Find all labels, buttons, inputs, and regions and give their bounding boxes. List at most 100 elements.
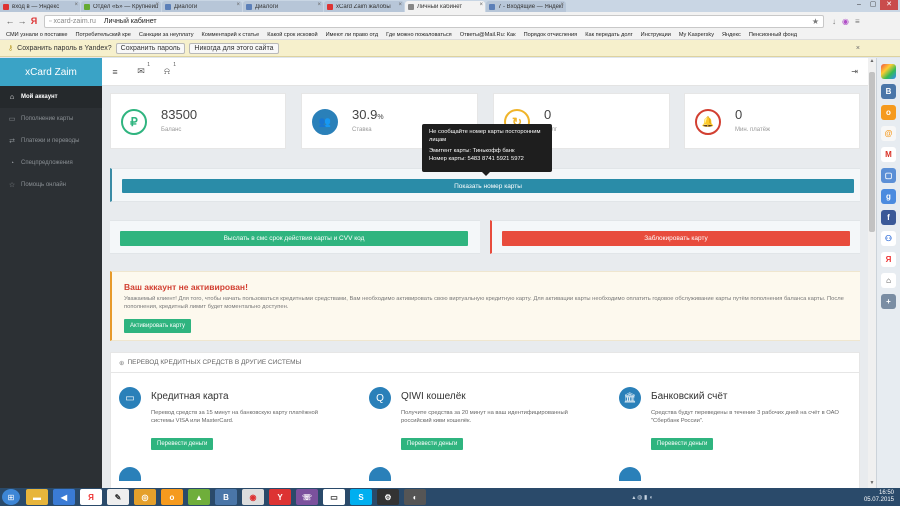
add-icon[interactable]: + <box>881 294 896 309</box>
bookmark-item[interactable]: Ответы@Mail.Ru: Как <box>460 32 516 38</box>
transfer-money-button[interactable]: Перевести деньги <box>401 438 464 450</box>
mailru-icon[interactable]: @ <box>881 126 896 141</box>
steam-icon[interactable]: ⚙ <box>377 489 399 505</box>
yandex-browser-icon[interactable]: Я <box>80 489 102 505</box>
sidebar-item-help[interactable]: ☆ Помощь онлайн <box>0 174 102 196</box>
skype-icon[interactable]: S <box>350 489 372 505</box>
bookmark-item[interactable]: Где можно пожаловаться <box>386 32 452 38</box>
sidebar-item-label: Спецпредложения <box>21 160 73 166</box>
url-input[interactable]: ▫ xcard-zaim.ru Личный кабинет ★ <box>44 14 824 28</box>
bookmark-item[interactable]: Санкции за неуплату <box>139 32 194 38</box>
chrome-icon[interactable]: ◉ <box>242 489 264 505</box>
hamburger-icon[interactable]: ≡ <box>102 67 128 77</box>
bookmark-star-icon[interactable]: ★ <box>812 17 819 26</box>
bookmark-item[interactable]: Инструкции <box>641 32 671 38</box>
never-save-button[interactable]: Никогда для этого сайта <box>189 42 279 54</box>
close-tab-icon[interactable]: × <box>317 2 321 8</box>
sidebar-item-payments[interactable]: ⇄ Платежи и переводы <box>0 130 102 152</box>
google-icon[interactable]: g <box>881 189 896 204</box>
send-cvv-button[interactable]: Выслать в смс срок действия карты и CVV … <box>120 231 468 246</box>
bookmark-item[interactable]: Яндекс <box>722 32 741 38</box>
bookmark-item[interactable]: Как передать долг <box>585 32 632 38</box>
bookmark-item[interactable]: Потребительский кре <box>76 32 131 38</box>
yandex-icon[interactable]: Я <box>28 16 40 26</box>
service-description: Средства будут переведены в течение 3 ра… <box>651 410 839 424</box>
browser-tab[interactable]: 7 - Входящие — Яндекс × <box>486 1 566 12</box>
transfer-money-button[interactable]: Перевести деньги <box>651 438 714 450</box>
bookmark-item[interactable]: Имеют ли право отд <box>326 32 379 38</box>
close-tab-icon[interactable]: × <box>398 2 402 8</box>
yandex-icon[interactable]: Y <box>269 489 291 505</box>
close-tab-icon[interactable]: × <box>560 2 564 8</box>
chat-icon[interactable]: ▢ <box>881 168 896 183</box>
tab-favicon <box>489 3 495 10</box>
scroll-down-icon[interactable]: ▼ <box>868 480 876 488</box>
close-tab-icon[interactable]: × <box>155 2 159 8</box>
facebook-icon[interactable]: f <box>881 210 896 225</box>
close-tab-icon[interactable]: × <box>236 2 240 8</box>
tooltip-warning: Не сообщайте номер карты посторонним лиц… <box>429 129 541 143</box>
bookmark-item[interactable]: Пенсионный фонд <box>749 32 797 38</box>
menu-icon[interactable]: ≡ <box>855 17 860 26</box>
start-button[interactable]: ⊞ <box>2 489 20 505</box>
misc-app-icon[interactable]: ◐ <box>404 489 426 505</box>
explorer-icon[interactable]: ▬ <box>26 489 48 505</box>
browser-tab[interactable]: вход в — Яндекс × <box>0 1 80 12</box>
paint-icon[interactable]: ✎ <box>107 489 129 505</box>
close-icon[interactable]: × <box>856 45 860 52</box>
sidebar-item-topup[interactable]: ▭ Пополнение карты <box>0 108 102 130</box>
scroll-up-icon[interactable]: ▲ <box>868 58 876 66</box>
sidebar-item-offers[interactable]: ◔ Спецпредложения <box>0 152 102 174</box>
viber-icon[interactable]: ☏ <box>296 489 318 505</box>
stat-label: Мин. платёж <box>735 127 771 133</box>
block-card-button[interactable]: Заблокировать карту <box>502 231 850 246</box>
minimize-icon[interactable]: – <box>852 0 866 10</box>
browser-tab[interactable]: Диалоги × <box>243 1 323 12</box>
bell-icon[interactable]: ⍾ 1 <box>154 62 180 77</box>
show-card-number-button[interactable]: Показать номер карты <box>122 179 854 193</box>
vk-icon[interactable]: B <box>215 489 237 505</box>
system-tray-icons[interactable]: ▴ ◍ ▮ ◖ <box>632 494 652 501</box>
app-icon[interactable]: ◎ <box>134 489 156 505</box>
maximize-icon[interactable]: ▢ <box>866 0 880 10</box>
yandex-apps-icon[interactable] <box>881 64 896 79</box>
sidebar-item-account[interactable]: ⌂ Мой аккаунт <box>0 86 102 108</box>
transfer-title: ПЕРЕВОД КРЕДИТНЫХ СРЕДСТВ В ДРУГИЕ СИСТЕ… <box>127 359 302 366</box>
bookmark-item[interactable]: СМИ узнали о поставке <box>6 32 68 38</box>
gmail-icon[interactable]: M <box>881 147 896 162</box>
bookmark-item[interactable]: Порядок отчисления <box>524 32 578 38</box>
green-app-icon[interactable]: ▲ <box>188 489 210 505</box>
close-window-icon[interactable]: ✕ <box>880 0 898 10</box>
odnoklassniki-icon[interactable]: о <box>881 105 896 120</box>
bookmark-item[interactable]: Какой срок исковой <box>267 32 317 38</box>
clock[interactable]: 16:50 05.07.2015 <box>864 490 894 504</box>
yandex-icon[interactable]: Я <box>881 252 896 267</box>
save-password-button[interactable]: Сохранить пароль <box>115 42 186 54</box>
browser-tab-active[interactable]: Личный кабинет × <box>405 1 485 12</box>
close-tab-icon[interactable]: × <box>479 2 483 8</box>
extension-icon[interactable]: ◉ <box>842 17 849 26</box>
back-icon[interactable]: ← <box>4 16 16 26</box>
bookmark-item[interactable]: Комментарий к статье <box>202 32 260 38</box>
folder-icon[interactable]: ▭ <box>323 489 345 505</box>
stat-label: Баланс <box>161 127 182 133</box>
browser-tab[interactable]: xCard Zaim жалобы × <box>324 1 404 12</box>
download-icon[interactable]: ↓ <box>832 17 836 26</box>
app-logo[interactable]: xCard Zaim <box>0 58 102 86</box>
activate-card-button[interactable]: Активировать карту <box>124 319 191 333</box>
logout-icon[interactable]: ⇥ <box>851 67 858 76</box>
odnoklassniki-icon[interactable]: о <box>161 489 183 505</box>
browser-tab[interactable]: Диалоги × <box>162 1 242 12</box>
media-icon[interactable]: ◀ <box>53 489 75 505</box>
scrollbar-thumb[interactable] <box>869 72 875 232</box>
home-icon[interactable]: ⌂ <box>881 273 896 288</box>
vk-icon[interactable]: B <box>881 84 896 99</box>
close-tab-icon[interactable]: × <box>74 2 78 8</box>
browser-tab[interactable]: Отдел «Б» — Крупнейший× <box>81 1 161 12</box>
transfer-money-button[interactable]: Перевести деньги <box>151 438 214 450</box>
mail-icon[interactable]: ✉ 1 <box>128 62 154 77</box>
bookmark-item[interactable]: My Kaspersky <box>679 32 714 38</box>
forward-icon[interactable]: → <box>16 16 28 26</box>
page-scrollbar[interactable]: ▲ ▼ <box>868 58 876 488</box>
people-icon[interactable]: ⚇ <box>881 231 896 246</box>
